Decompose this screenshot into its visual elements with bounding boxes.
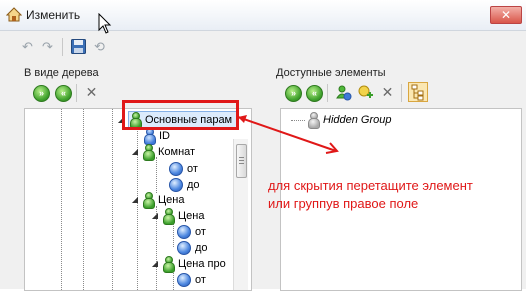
value-node-icon: [169, 177, 183, 192]
tree-item[interactable]: ◢ Комнат: [131, 143, 196, 161]
window-title: Изменить: [26, 8, 81, 22]
collapse-triangle-icon[interactable]: ◢: [151, 211, 159, 220]
value-node-icon: [177, 240, 191, 255]
group-node-icon: [162, 255, 175, 273]
annotation-line-2: или группув правое поле: [268, 196, 419, 211]
tree-node-label: до: [195, 241, 208, 254]
collapse-all-icon[interactable]: «: [306, 85, 323, 102]
tree-guide-line: [61, 109, 62, 290]
tree-view-toggle-icon[interactable]: [408, 82, 428, 102]
refresh-icon[interactable]: ⟲: [91, 38, 108, 55]
expand-all-icon[interactable]: »: [33, 85, 50, 102]
toolbar-separator: [76, 84, 77, 102]
group-node-icon: [142, 143, 155, 161]
tree-node-label: до: [187, 178, 200, 191]
tree-item[interactable]: до: [169, 177, 200, 192]
tree-item[interactable]: до: [177, 240, 208, 255]
value-node-icon: [177, 272, 191, 287]
tree-guide-line: [173, 270, 174, 290]
highlight-box: [122, 100, 239, 130]
tree-item[interactable]: от: [177, 224, 206, 239]
title-bar: Изменить ✕: [0, 0, 526, 31]
value-node-icon: [177, 224, 191, 239]
tree-item[interactable]: ◢ Цена: [131, 191, 185, 209]
tree-item[interactable]: ◢ Цена про: [151, 255, 226, 273]
collapse-triangle-icon[interactable]: ◢: [151, 259, 159, 268]
close-button[interactable]: ✕: [490, 6, 522, 24]
save-icon[interactable]: [71, 39, 86, 54]
tree-guide-line: [173, 223, 174, 247]
tree-item[interactable]: от: [177, 272, 206, 287]
tree-guide-line: [83, 109, 84, 290]
add-group-icon[interactable]: [335, 84, 352, 101]
annotation-arrow-icon: [237, 115, 339, 154]
tree-guide-line: [156, 157, 157, 193]
value-node-icon: [169, 161, 183, 176]
edit-window: Изменить ✕ ↶ ↷ ⟲ В виде дерева » « ✕ ◢ О…: [0, 0, 526, 291]
home-icon: [6, 7, 22, 22]
tree-node-label: Цена: [158, 193, 185, 206]
tree-item[interactable]: от: [169, 161, 198, 176]
right-panel-label: Доступные элементы: [276, 67, 386, 79]
tree-node-label: от: [195, 225, 206, 238]
toolbar-separator: [327, 84, 328, 102]
undo-icon[interactable]: ↶: [19, 38, 36, 55]
tree-node-label: Цена про: [178, 257, 226, 270]
group-node-icon: [162, 207, 175, 225]
delete-icon[interactable]: ✕: [84, 84, 99, 100]
add-item-icon[interactable]: [357, 84, 374, 101]
annotation-line-1: для скрытия перетащите элемент: [268, 178, 473, 193]
tree-node-label: от: [195, 273, 206, 286]
toolbar-separator: [62, 38, 63, 56]
vertical-scrollbar[interactable]: [233, 139, 248, 290]
collapse-triangle-icon[interactable]: ◢: [131, 195, 139, 204]
mouse-cursor-icon: [98, 13, 112, 34]
tree-item[interactable]: ID: [143, 127, 170, 145]
tree-node-label: Комнат: [158, 145, 196, 158]
tree-node-label: Цена: [178, 209, 205, 222]
tree-item[interactable]: ◢ Цена: [151, 207, 205, 225]
toolbar-separator: [401, 84, 402, 102]
tree-node-label: от: [187, 162, 198, 175]
tree-guide-line: [112, 109, 113, 290]
annotation-text: для скрытия перетащите элемент или групп…: [268, 177, 518, 213]
collapse-triangle-icon[interactable]: ◢: [131, 147, 139, 156]
redo-icon[interactable]: ↷: [39, 38, 56, 55]
expand-all-icon[interactable]: »: [285, 85, 302, 102]
collapse-all-icon[interactable]: «: [55, 85, 72, 102]
tree-node-label: ID: [159, 129, 170, 142]
left-panel-label: В виде дерева: [24, 67, 99, 79]
group-node-icon: [142, 191, 155, 209]
delete-icon[interactable]: ✕: [380, 84, 395, 100]
left-tree-panel: ◢ Основные парам ID ◢ Комнат от до ◢ Цен…: [24, 108, 252, 291]
